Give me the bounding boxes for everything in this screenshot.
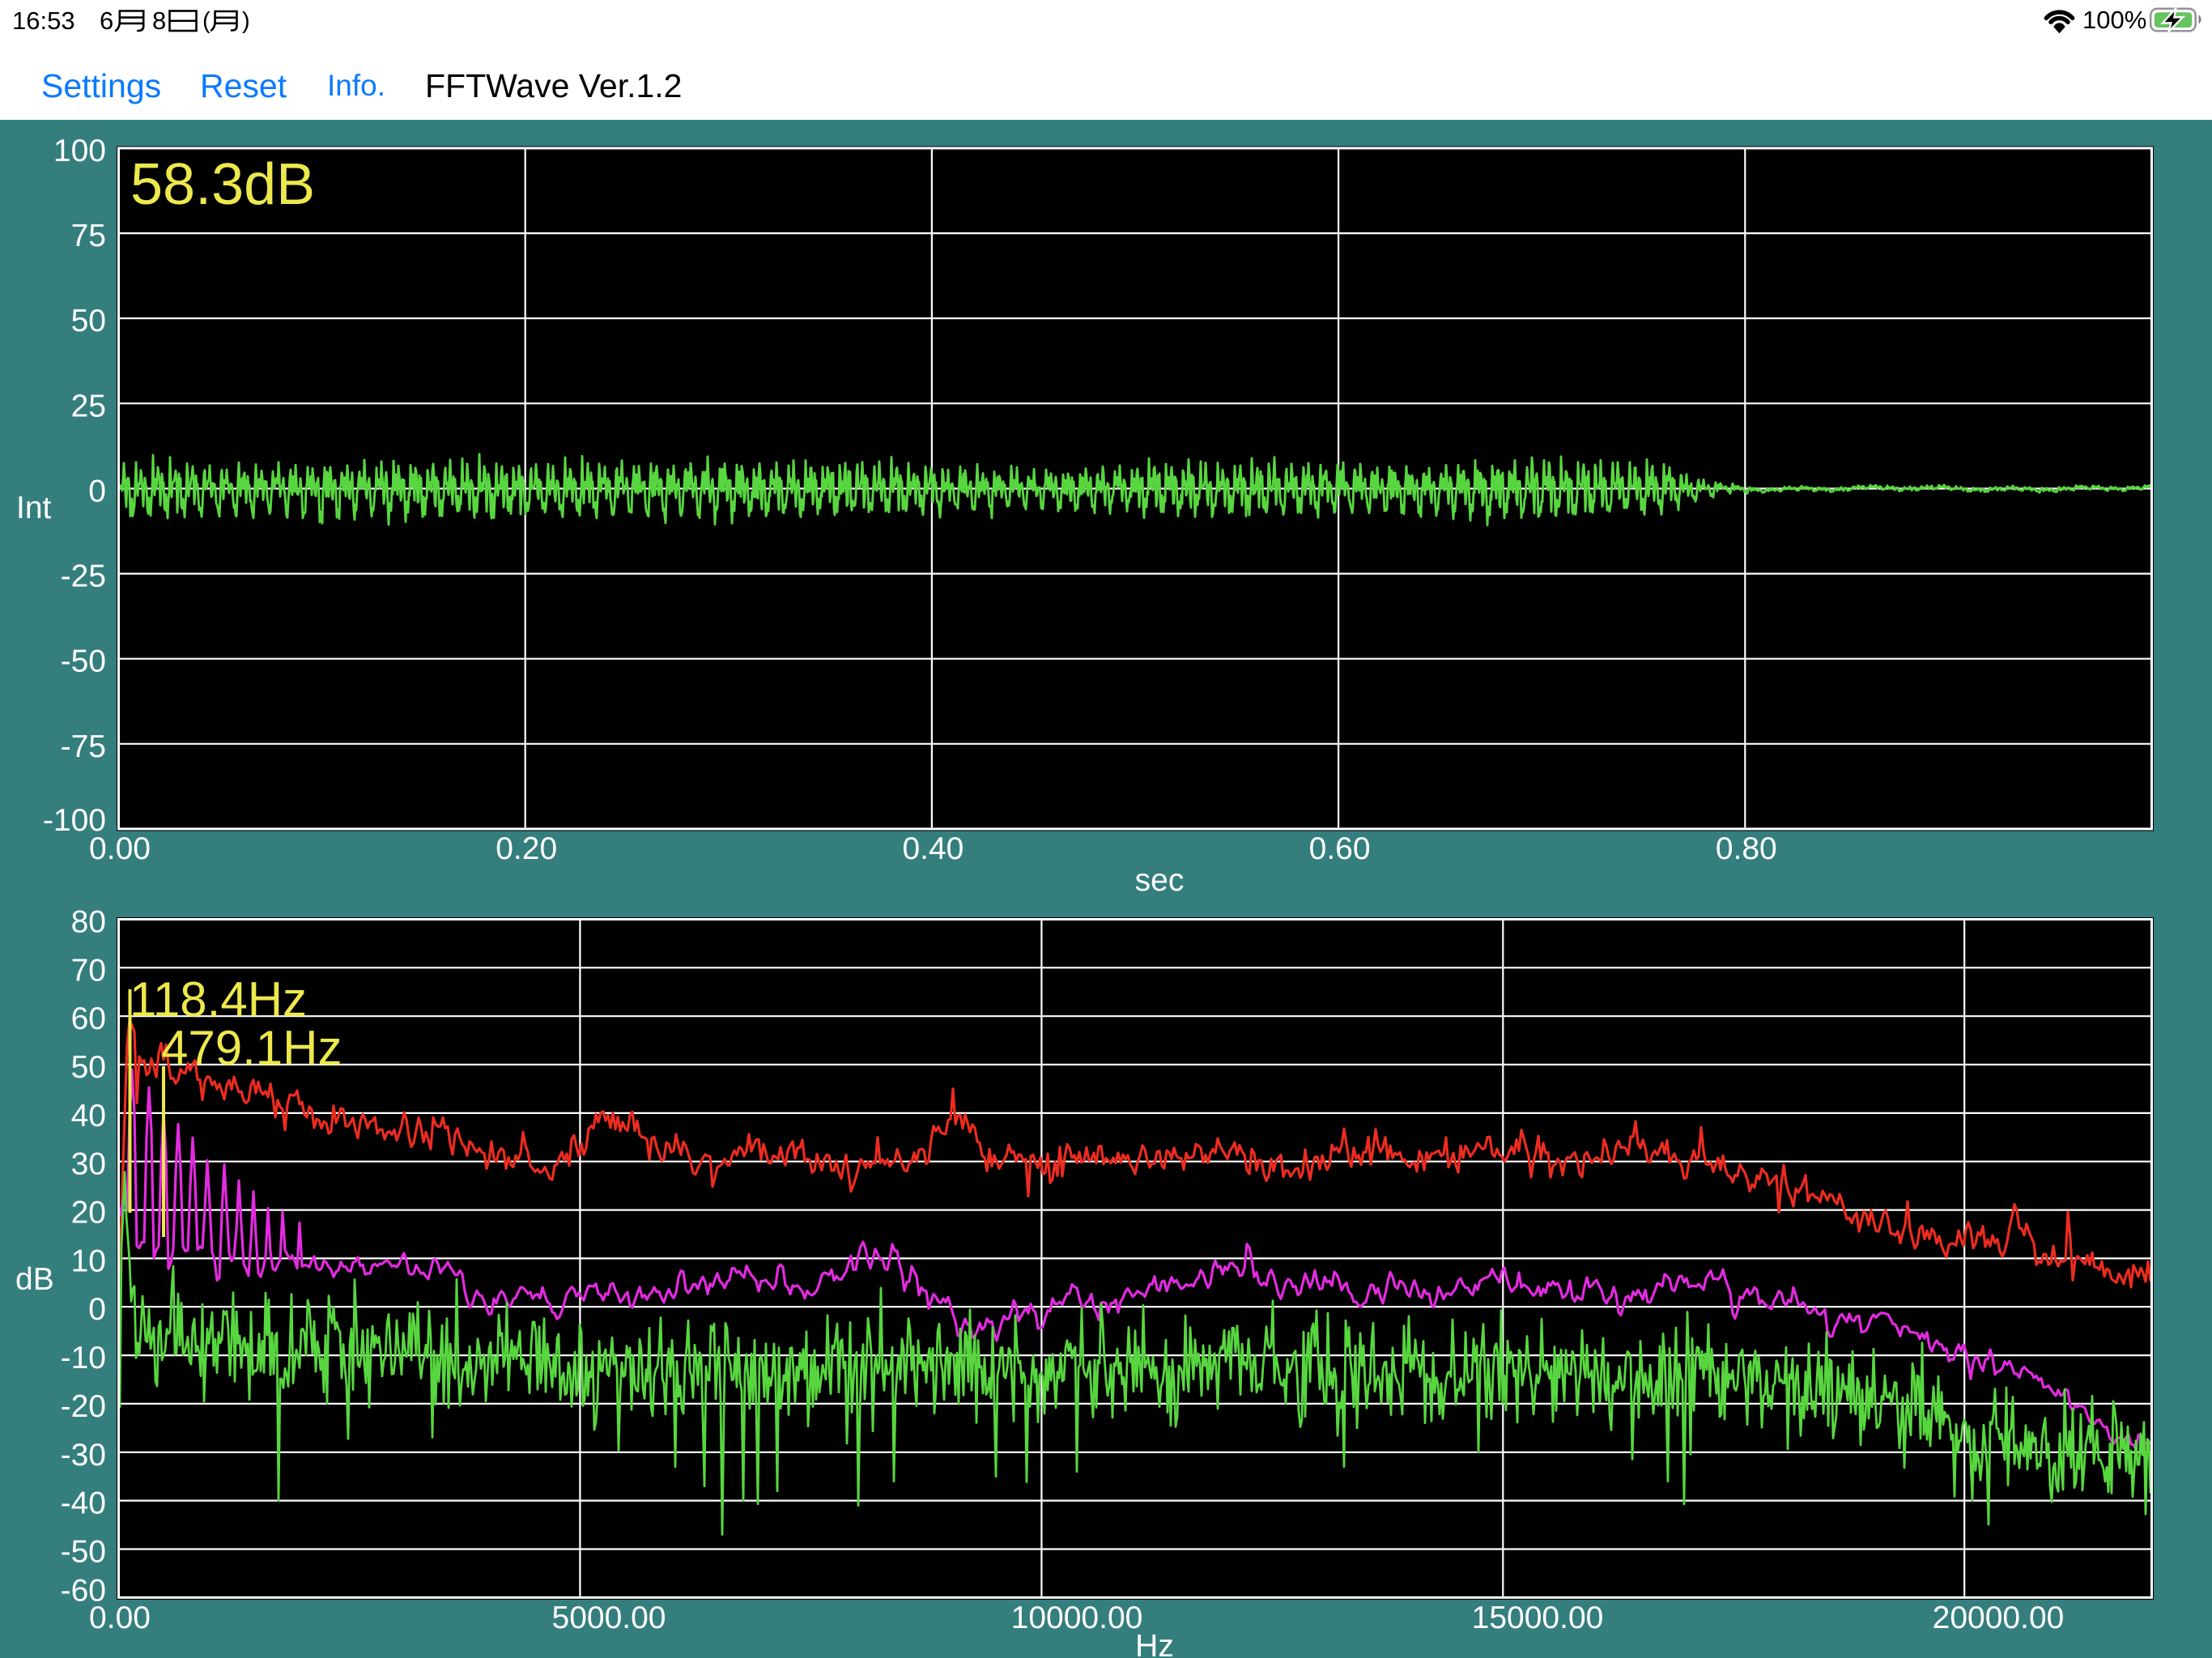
svg-text:5000.00: 5000.00 [552,1601,666,1635]
svg-text:80: 80 [71,905,106,940]
svg-text:10: 10 [71,1244,106,1278]
svg-text:Info.: Info. [327,69,385,102]
svg-text:(: ( [202,8,211,34]
svg-text:30: 30 [71,1147,106,1182]
svg-text:0.00: 0.00 [89,831,151,866]
svg-text:20: 20 [71,1196,106,1231]
svg-text:-50: -50 [61,1535,106,1570]
svg-text:8: 8 [152,6,166,35]
svg-text:15000.00: 15000.00 [1472,1601,1604,1635]
svg-text:0.40: 0.40 [902,831,963,866]
svg-text:0: 0 [88,1292,106,1327]
svg-text:100%: 100% [2082,6,2146,34]
svg-text:58.3dB: 58.3dB [130,152,315,217]
svg-text:): ) [242,8,250,34]
svg-text:Settings: Settings [41,67,161,104]
svg-text:479.1Hz: 479.1Hz [161,1021,342,1075]
svg-text:100: 100 [53,134,106,168]
svg-text:50: 50 [71,1050,106,1085]
svg-text:60: 60 [71,1001,106,1036]
svg-text:-25: -25 [61,559,106,594]
svg-text:0.60: 0.60 [1309,831,1371,866]
svg-text:75: 75 [71,219,106,253]
svg-text:0.80: 0.80 [1716,831,1777,866]
svg-text:Reset: Reset [200,67,287,104]
svg-text:-50: -50 [61,644,106,679]
svg-text:0: 0 [88,474,106,509]
svg-text:FFTWave Ver.1.2: FFTWave Ver.1.2 [425,67,682,104]
svg-text:20000.00: 20000.00 [1933,1601,2065,1635]
svg-text:-75: -75 [61,729,106,764]
svg-text:6: 6 [100,6,113,35]
svg-text:Hz: Hz [1135,1629,1174,1658]
svg-text:-30: -30 [61,1438,106,1473]
svg-text:sec: sec [1135,863,1185,898]
svg-text:25: 25 [71,389,106,423]
svg-text:-10: -10 [61,1341,106,1375]
svg-text:0.20: 0.20 [496,831,557,866]
svg-text:70: 70 [71,953,106,988]
svg-text:118.4Hz: 118.4Hz [130,972,307,1027]
svg-text:40: 40 [71,1099,106,1133]
svg-text:0.00: 0.00 [89,1601,151,1635]
svg-text:16:53: 16:53 [12,6,75,35]
svg-text:10000.00: 10000.00 [1011,1601,1143,1635]
svg-text:-20: -20 [61,1389,106,1424]
svg-text:50: 50 [71,304,106,338]
svg-text:Int: Int [16,491,52,525]
svg-text:dB: dB [15,1262,54,1297]
svg-text:-40: -40 [61,1486,106,1521]
